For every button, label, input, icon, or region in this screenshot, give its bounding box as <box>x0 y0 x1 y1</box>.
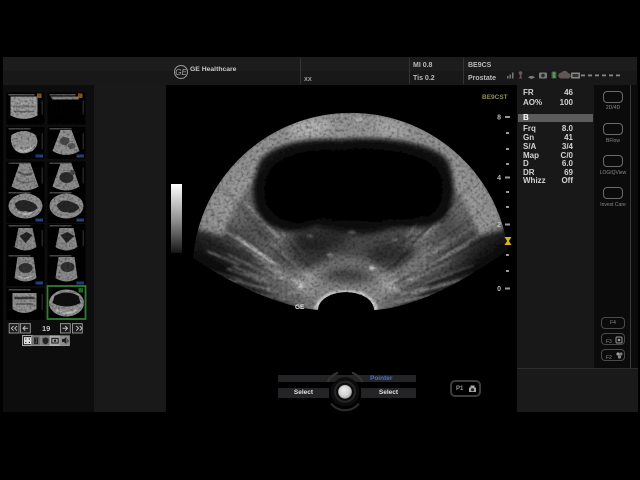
svg-text:4: 4 <box>497 175 501 182</box>
svg-text:2: 2 <box>497 222 501 229</box>
svg-text:0: 0 <box>497 286 501 293</box>
svg-text:GE: GE <box>175 68 187 77</box>
svg-text:GE: GE <box>295 304 305 311</box>
svg-text:8: 8 <box>497 115 501 122</box>
svg-text:BE9CST: BE9CST <box>482 94 508 101</box>
